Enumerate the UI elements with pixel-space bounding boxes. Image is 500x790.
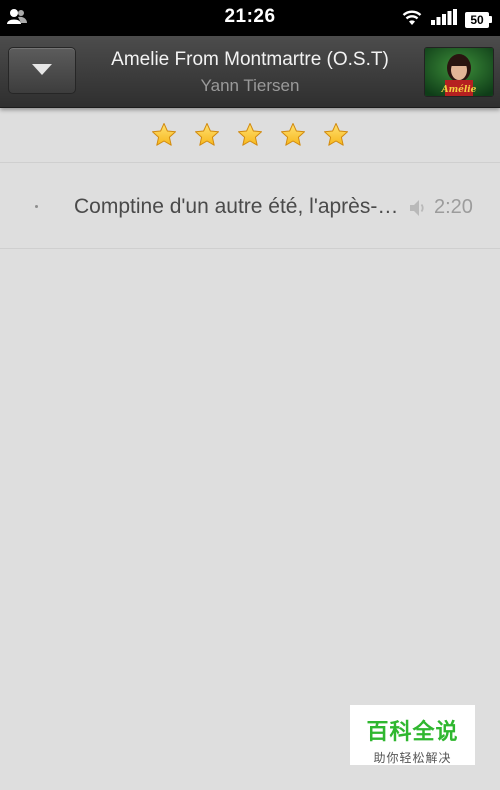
star-icon[interactable] (280, 122, 306, 148)
artist-name: Yann Tiersen (200, 76, 300, 95)
star-icon[interactable] (237, 122, 263, 148)
dropdown-button[interactable] (8, 47, 76, 94)
track-row[interactable]: Comptine d'un autre été, l'après-midi 2:… (0, 164, 500, 249)
battery-icon: 50 (465, 11, 492, 28)
star-icon[interactable] (151, 122, 177, 148)
wifi-icon (401, 8, 423, 31)
star-icon[interactable] (194, 122, 220, 148)
watermark-title: 百科全说 (366, 719, 459, 744)
signal-icon (431, 9, 457, 30)
speaker-icon (408, 198, 428, 223)
now-playing-header: Amelie From Montmartre (O.S.T) Yann Tier… (0, 36, 500, 108)
rating-stars (0, 108, 500, 163)
caret-down-icon (32, 62, 52, 80)
track-bullet (35, 205, 38, 208)
track-duration: 2:20 (434, 196, 473, 218)
watermark-subtitle: 助你轻松解决 (373, 751, 452, 765)
battery-level: 50 (465, 11, 489, 28)
watermark-logo: 百科全说 助你轻松解决 (350, 705, 475, 765)
album-title: Amelie From Montmartre (O.S.T) (111, 49, 389, 70)
album-art[interactable]: Amélie (424, 47, 494, 97)
album-art-text: Amélie (441, 84, 477, 95)
track-title: Comptine d'un autre été, l'après-midi (74, 195, 404, 218)
star-icon[interactable] (323, 122, 349, 148)
status-bar: 21:26 50 (0, 0, 500, 36)
